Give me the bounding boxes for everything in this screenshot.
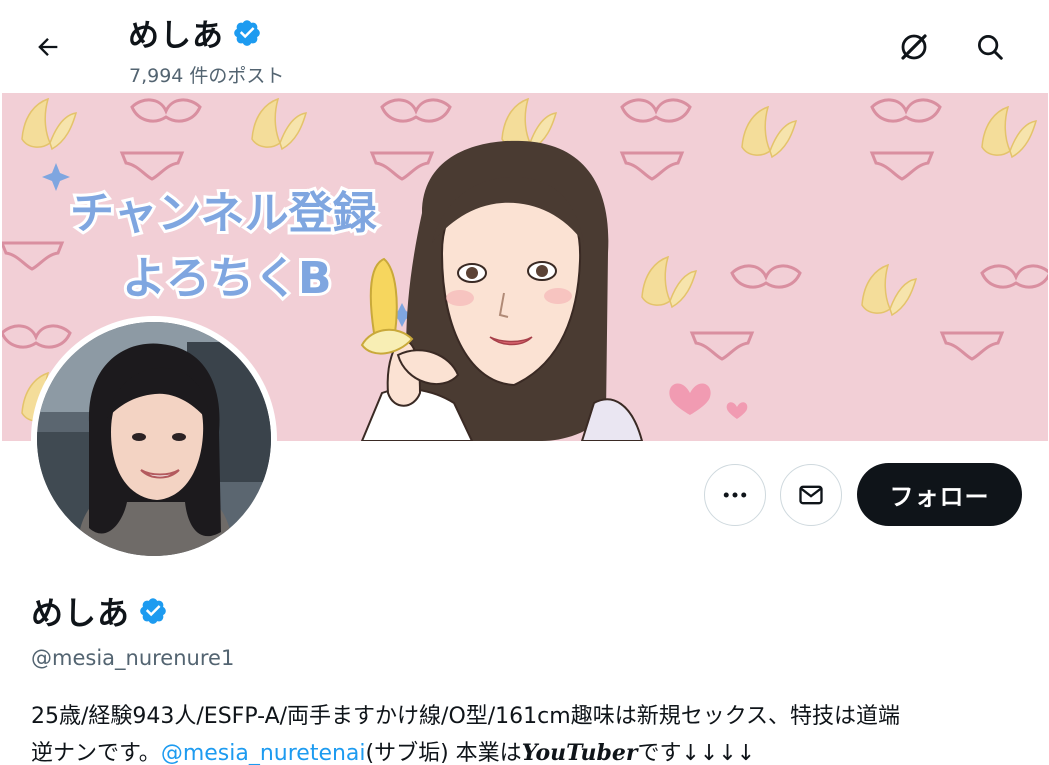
profile-name: めしあ [31, 588, 168, 634]
post-count-number: 7,994 [129, 65, 184, 87]
profile-avatar[interactable] [31, 316, 277, 562]
follow-button[interactable]: フォロー [857, 463, 1022, 526]
profile-bio: 25歳/経験943人/ESFP-A/両手ますかけ線/O型/161cm趣味は新規セ… [31, 698, 1031, 765]
display-name: めしあ [31, 594, 131, 632]
banner-text-line1: チャンネル登録 [70, 188, 378, 239]
bio-line-1: 25歳/経験943人/ESFP-A/両手ますかけ線/O型/161cm趣味は新規セ… [31, 704, 901, 729]
verified-badge-icon[interactable] [138, 596, 168, 626]
header-name: めしあ [128, 18, 224, 54]
header-title: めしあ [128, 10, 262, 55]
message-button[interactable] [780, 464, 842, 526]
back-button[interactable] [28, 27, 68, 67]
envelope-icon [799, 485, 823, 505]
grok-icon [901, 34, 927, 60]
bio-styled-text: YouTuber [521, 740, 638, 765]
arrow-left-icon [38, 38, 58, 56]
bio-mention-link[interactable]: @mesia_nuretenai [161, 741, 366, 765]
post-count-label: 件のポスト [189, 65, 285, 87]
bio-text: です↓↓↓↓ [637, 741, 756, 765]
more-horizontal-icon [723, 492, 747, 498]
grok-button[interactable] [892, 25, 936, 69]
bio-text: (サブ垢) 本業は [365, 741, 522, 765]
verified-badge-icon [234, 19, 260, 46]
post-count: 7,994 件のポスト [129, 61, 284, 88]
bio-line-2: 逆ナンです。@mesia_nuretenai(サブ垢) 本業はYouTuberで… [31, 735, 1031, 765]
search-button[interactable] [968, 25, 1012, 69]
avatar-photo [37, 322, 271, 556]
search-icon [978, 35, 1003, 60]
more-options-button[interactable] [704, 464, 766, 526]
profile-handle: @mesia_nurenure1 [31, 646, 235, 670]
bio-text: 逆ナンです。 [31, 741, 161, 765]
banner-text-line2: よろちくB [122, 253, 332, 304]
profile-header: めしあ 7,994 件のポスト [0, 0, 1049, 93]
